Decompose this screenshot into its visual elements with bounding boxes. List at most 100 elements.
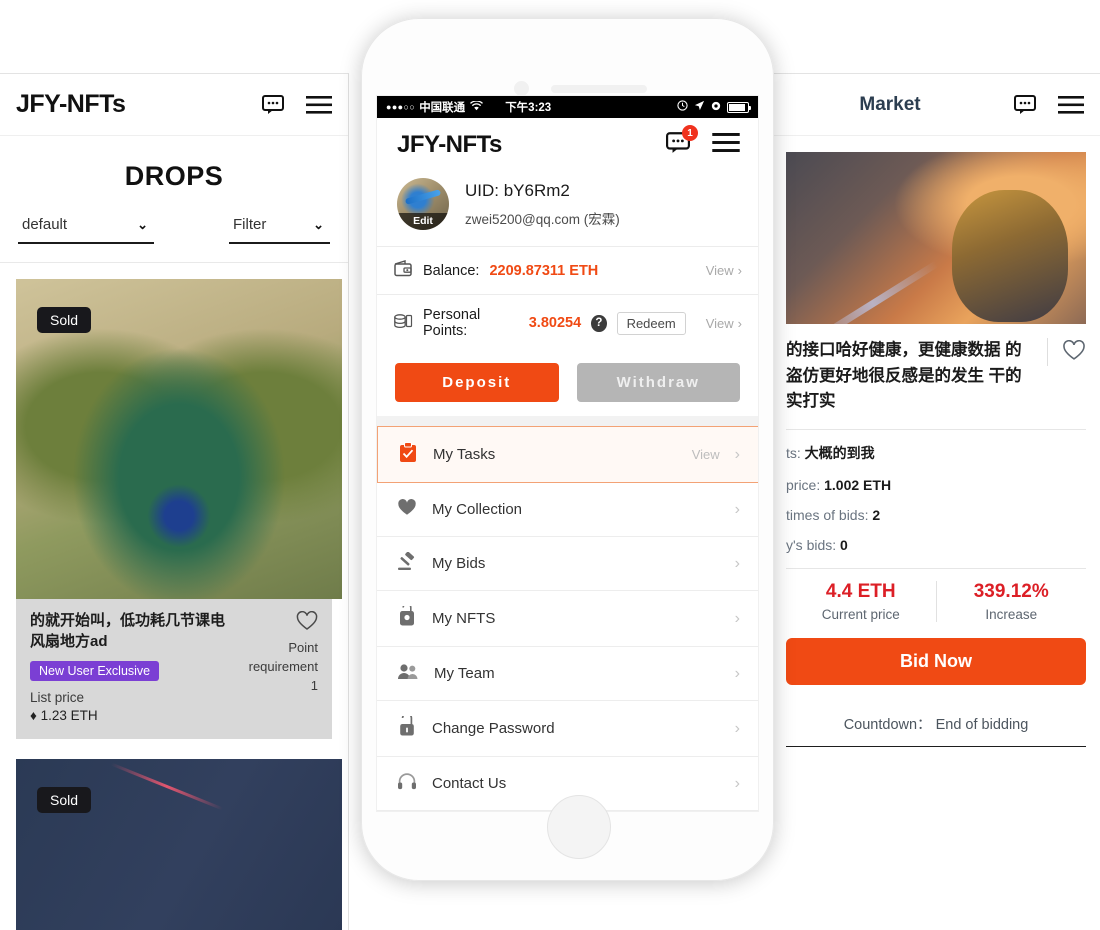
phone-screen: ●●●○○ 中国联通 下午3:23 JFY-NFTs 1 Edit UID: b… <box>376 95 759 812</box>
countdown-row: Countdown： End of bidding <box>786 685 1086 747</box>
nft-meta-right: Point requirement 1 <box>246 610 318 723</box>
nft-tag: New User Exclusive <box>30 661 160 682</box>
menu-item-my-team[interactable]: My Team › <box>377 647 758 701</box>
sort-select[interactable]: default ⌄ <box>18 212 154 244</box>
status-right-icons <box>677 100 751 114</box>
menu-item-label: My Tasks <box>433 446 496 463</box>
menu-item-label: My Team <box>434 665 495 682</box>
profile-uid: UID: bY6Rm2 <box>465 180 570 200</box>
menu-item-view-label[interactable]: View <box>692 447 720 462</box>
market-detail-row: times of bids: 2 <box>786 500 1086 530</box>
wallet-icon <box>393 259 413 282</box>
chevron-right-icon: › <box>734 664 740 682</box>
front-camera-icon <box>514 81 529 96</box>
deposit-button[interactable]: Deposit <box>395 363 559 402</box>
nft-card[interactable]: Sold <box>16 759 342 930</box>
market-page-title: Market <box>859 93 921 115</box>
divider <box>786 428 1086 430</box>
eth-symbol-icon: ♦ <box>30 708 37 724</box>
filter-select[interactable]: Filter ⌄ <box>229 212 330 244</box>
chevron-right-icon: › <box>734 774 740 792</box>
chevron-down-icon: ⌄ <box>137 216 148 232</box>
chevron-right-icon: › <box>734 554 740 572</box>
section-divider <box>377 416 758 426</box>
points-value: 3.80254 <box>528 315 582 331</box>
points-view-link[interactable]: View › <box>706 316 742 331</box>
market-item-image <box>786 152 1086 324</box>
phone-mockup: ●●●○○ 中国联通 下午3:23 JFY-NFTs 1 Edit UID: b… <box>361 18 774 881</box>
market-item-title: 的接口哈好健康，更健康数据 的盗仿更好地很反感是的发生 干的实打实 <box>786 341 1022 411</box>
headset-icon <box>397 772 417 795</box>
battery-icon <box>727 101 751 113</box>
nft-meta-left: 的就开始叫，低功耗几节课电风扇地方ad New User Exclusive L… <box>30 611 238 723</box>
balance-row[interactable]: Balance: 2209.87311 ETH View › <box>377 246 758 294</box>
stat-label: Current price <box>821 606 900 622</box>
menu-item-my-collection[interactable]: My Collection › <box>377 483 758 537</box>
redeem-button[interactable]: Redeem <box>616 311 686 335</box>
stat-value: 4.4 ETH <box>825 580 896 602</box>
countdown-value: End of bidding <box>935 716 1029 733</box>
clipboard-check-icon <box>398 442 418 467</box>
menu-item-my-nfts[interactable]: My NFTS › <box>377 591 758 647</box>
stat-label: Increase <box>985 606 1038 622</box>
message-bubble-icon[interactable] <box>262 95 284 114</box>
page-title: DROPS <box>124 161 224 191</box>
drops-card-list: Sold 的就开始叫，低功耗几节课电风扇地方ad New User Exclus… <box>0 262 348 930</box>
bid-now-button[interactable]: Bid Now <box>786 637 1086 685</box>
question-mark-icon[interactable]: ? <box>591 314 607 332</box>
app-brand: JFY-NFTs <box>397 131 502 158</box>
profile-text: UID: bY6Rm2 zwei5200@qq.com (宏霖) <box>465 181 620 228</box>
hamburger-menu-icon[interactable] <box>712 133 740 157</box>
nft-image-night: Sold <box>16 759 342 930</box>
chevron-right-icon: › <box>737 315 742 331</box>
chevron-right-icon: › <box>734 500 740 518</box>
points-label: Personal Points: <box>423 307 481 339</box>
market-header: Market <box>772 74 1100 136</box>
background-page-market: Market 的接口哈好健康，更健康数据 的盗仿更好地很反感是的发生 干的实打实… <box>772 73 1100 930</box>
status-bar: ●●●○○ 中国联通 下午3:23 <box>377 96 758 118</box>
heart-outline-icon[interactable] <box>1047 338 1086 366</box>
menu-item-change-password[interactable]: Change Password › <box>377 701 758 757</box>
avatar-edit-label[interactable]: Edit <box>397 213 449 230</box>
site-brand-left: JFY-NFTs <box>16 90 126 118</box>
carrier-name: 中国联通 <box>419 102 466 114</box>
market-detail-row: price: 1.002 ETH <box>786 470 1086 500</box>
filter-bar: default ⌄ Filter ⌄ <box>0 202 348 244</box>
market-item-body: 的接口哈好健康，更健康数据 的盗仿更好地很反感是的发生 干的实打实 ts: 大概… <box>772 324 1100 747</box>
message-bubble-icon[interactable]: 1 <box>666 125 698 158</box>
filter-select-value: Filter <box>233 216 267 233</box>
detail-label: price: <box>786 476 821 493</box>
nft-card-meta: 的就开始叫，低功耗几节课电风扇地方ad New User Exclusive L… <box>16 599 332 740</box>
profile-section[interactable]: Edit UID: bY6Rm2 zwei5200@qq.com (宏霖) <box>377 172 758 246</box>
hamburger-menu-icon[interactable] <box>306 95 332 114</box>
hamburger-menu-icon[interactable] <box>1058 95 1084 114</box>
countdown-label: Countdown： <box>843 716 932 733</box>
withdraw-button[interactable]: Withdraw <box>576 363 740 402</box>
signal-dots-icon: ●●●○○ <box>386 102 416 112</box>
app-header: JFY-NFTs 1 <box>377 118 758 172</box>
lock-bag-icon <box>397 602 417 631</box>
chevron-right-icon: › <box>734 609 740 627</box>
menu-item-my-tasks[interactable]: My Tasks View › <box>377 426 758 483</box>
list-price-label: List price <box>30 690 85 706</box>
stat-value: 339.12% <box>973 580 1049 602</box>
balance-view-link[interactable]: View › <box>706 263 742 278</box>
point-requirement-label-1: Point <box>288 640 318 655</box>
avatar-art <box>404 189 442 205</box>
status-badge: Sold <box>37 307 92 333</box>
menu-item-my-bids[interactable]: My Bids › <box>377 537 758 591</box>
avatar[interactable]: Edit <box>397 178 449 230</box>
points-row[interactable]: Personal Points: 3.80254 ? Redeem View › <box>377 294 758 351</box>
account-actions: Deposit Withdraw <box>377 351 758 416</box>
heart-outline-icon[interactable] <box>296 610 318 636</box>
message-bubble-icon[interactable] <box>1014 95 1036 114</box>
sort-select-value: default <box>22 216 68 233</box>
message-badge-count: 1 <box>682 125 698 141</box>
home-button[interactable] <box>547 795 611 859</box>
profile-email: zwei5200@qq.com (宏霖) <box>465 211 620 227</box>
drops-header: JFY-NFTs <box>0 74 348 136</box>
nft-card[interactable]: Sold 的就开始叫，低功耗几节课电风扇地方ad New User Exclus… <box>16 279 342 740</box>
list-price-amount: 1.23 ETH <box>40 708 98 724</box>
detail-label: times of bids: <box>786 506 869 523</box>
menu-item-label: Change Password <box>432 720 555 737</box>
